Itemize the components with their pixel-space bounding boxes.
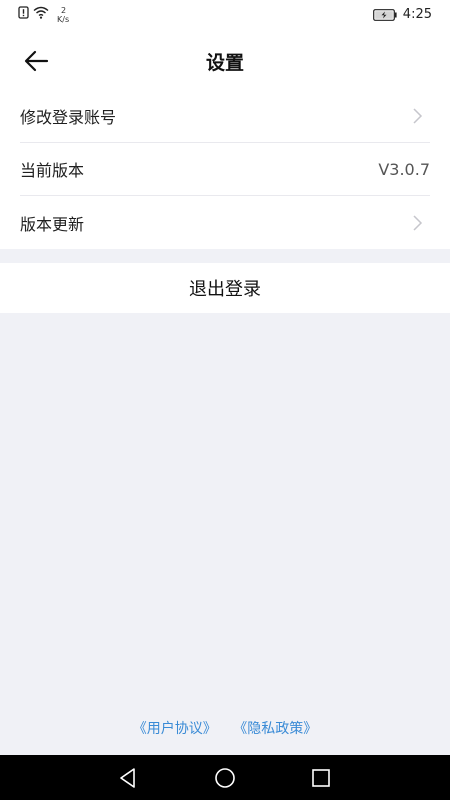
clock: 4:25 (402, 7, 432, 22)
wifi-icon (33, 6, 49, 19)
logout-button[interactable]: 退出登录 (0, 263, 450, 313)
settings-item-label: 修改登录账号 (20, 108, 117, 127)
chevron-right-icon (413, 108, 423, 124)
status-left: 2 K/s (18, 6, 69, 24)
privacy-policy-link[interactable]: 《隐私政策》 (233, 721, 317, 737)
app-header: 设置 (0, 32, 450, 90)
sim-alert-icon (18, 6, 29, 19)
settings-item-label: 版本更新 (20, 214, 85, 234)
settings-item-change-account[interactable]: 修改登录账号 (20, 90, 430, 143)
recents-square-icon[interactable] (310, 767, 332, 789)
user-agreement-link[interactable]: 《用户协议》 (133, 721, 217, 737)
settings-item-version-update[interactable]: 版本更新 (20, 196, 430, 249)
logout-label: 退出登录 (189, 279, 261, 300)
net-speed-unit: K/s (57, 15, 70, 24)
settings-list: 修改登录账号 当前版本 V3.0.7 版本更新 (0, 90, 450, 249)
net-speed-value: 2 (61, 6, 67, 15)
battery-charging-icon (372, 8, 397, 21)
system-nav-bar (0, 755, 450, 800)
version-value: V3.0.7 (378, 159, 430, 179)
net-speed: 2 K/s (57, 6, 69, 24)
chevron-right-icon (413, 214, 423, 231)
settings-item-current-version: 当前版本 V3.0.7 (20, 143, 430, 196)
footer-links: 《用户协议》 《隐私政策》 (0, 718, 450, 738)
status-bar: 2 K/s 4:25 (0, 0, 450, 32)
status-right: 4:25 (372, 7, 432, 22)
settings-item-label: 当前版本 (20, 161, 85, 180)
home-circle-icon[interactable] (214, 767, 236, 789)
back-triangle-icon[interactable] (117, 767, 139, 789)
page-title: 设置 (205, 52, 244, 74)
